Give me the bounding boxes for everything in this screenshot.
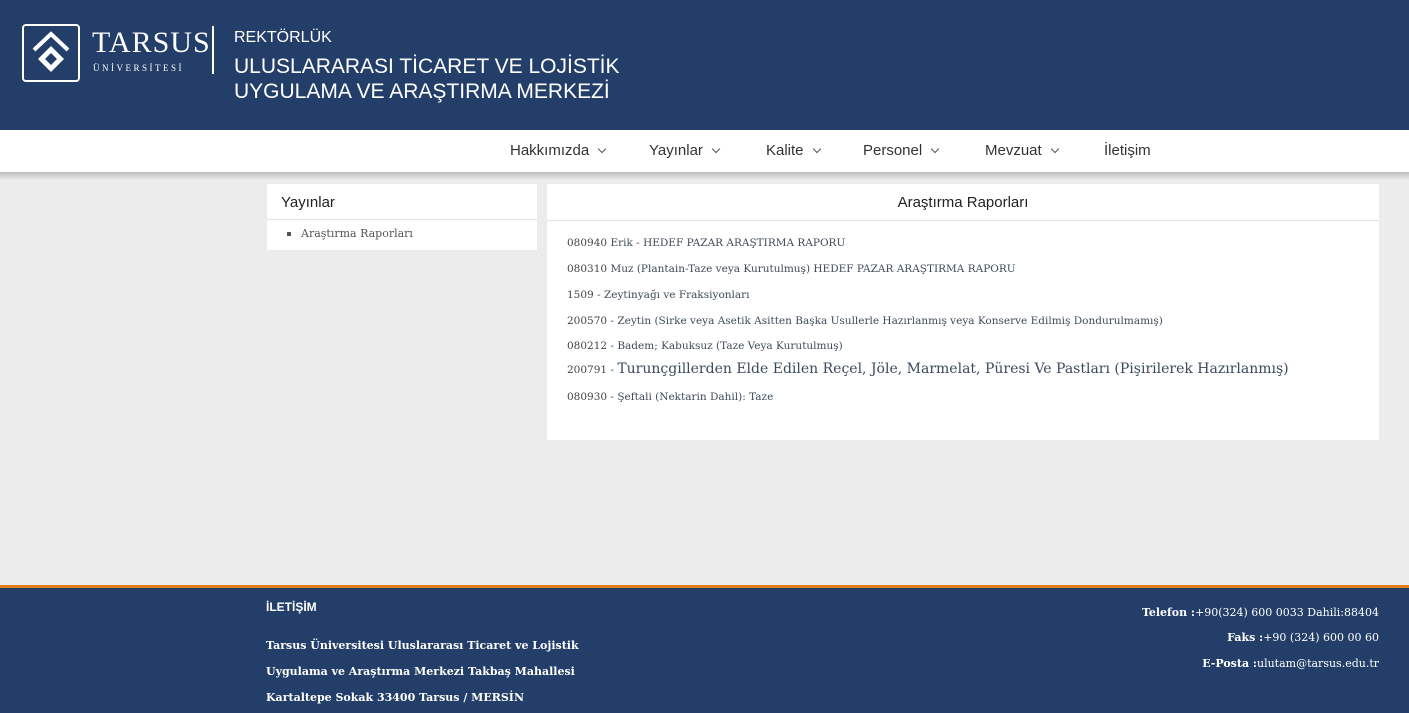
report-code: 080212 [567, 340, 608, 352]
divider [267, 219, 537, 220]
center-name-line2[interactable]: UYGULAMA VE ARAŞTIRMA MERKEZİ [234, 80, 610, 104]
report-link[interactable]: 1509 - Zeytinyağı ve Fraksiyonları [567, 288, 750, 302]
report-code: 1509 [567, 289, 594, 301]
report-link[interactable]: 200570 - Zeytin (Sirke veya Asetik Asitt… [567, 314, 1163, 328]
chevron-down-icon [1050, 144, 1059, 154]
fax-label: Faks : [1227, 631, 1264, 644]
nav-item-personel[interactable]: Personel [863, 142, 940, 160]
report-link[interactable]: 080212 - Badem; Kabuksuz (Taze Veya Kuru… [567, 339, 843, 353]
nav-item-hakkimizda[interactable]: Hakkımızda [510, 142, 607, 160]
report-code: 080310 [567, 263, 608, 275]
report-link[interactable]: 080930 - Şeftali (Nektarin Dahil): Taze [567, 390, 773, 404]
report-title: Turunçgillerden Elde Edilen Reçel, Jöle,… [617, 361, 1289, 377]
report-title: Zeytin (Sirke veya Asetik Asitten Başka … [617, 315, 1163, 327]
chevron-down-icon [812, 144, 821, 154]
report-code: 080940 [567, 237, 608, 249]
nav-item-yayinlar[interactable]: Yayınlar [649, 142, 721, 160]
footer-fax: Faks :+90 (324) 600 00 60 [1227, 631, 1379, 644]
fax-value: +90 (324) 600 00 60 [1263, 631, 1379, 644]
report-link[interactable]: 200791 - Turunçgillerden Elde Edilen Reç… [567, 362, 1289, 377]
report-code: 200570 [567, 315, 608, 327]
page-title: Araştırma Raporları [897, 194, 1029, 211]
university-name[interactable]: TARSUS [92, 28, 211, 58]
nav-item-label: Hakkımızda [510, 142, 590, 159]
main-nav: Hakkımızda Yayınlar Kalite Personel Mevz… [0, 130, 1409, 172]
report-link[interactable]: 080310 Muz (Plantain-Taze veya Kurutulmu… [567, 262, 1016, 276]
chevron-down-icon [597, 144, 607, 154]
main-panel: Araştırma Raporları 080940 Erik - HEDEF … [547, 184, 1379, 440]
email-label: E-Posta : [1202, 657, 1257, 670]
nav-shadow [0, 172, 1409, 180]
report-link[interactable]: 080940 Erik - HEDEF PAZAR ARAŞTIRMA RAPO… [567, 236, 845, 250]
nav-item-kalite[interactable]: Kalite [766, 142, 821, 160]
rektorluk-label[interactable]: REKTÖRLÜK [234, 29, 332, 47]
report-separator: - [607, 364, 618, 376]
report-title: Erik - HEDEF PAZAR ARAŞTIRMA RAPORU [610, 237, 846, 249]
bullet-icon [287, 232, 291, 236]
report-code: 200791 [567, 364, 608, 376]
university-subtitle: ÜNİVERSİTESİ [93, 63, 184, 73]
footer-phone: Telefon :+90(324) 600 0033 Dahili:88404 [1142, 606, 1379, 619]
report-separator: - [607, 315, 618, 327]
divider [547, 220, 1379, 221]
nav-item-mevzuat[interactable]: Mevzuat [985, 142, 1059, 160]
header-divider [212, 26, 214, 74]
nav-item-iletisim[interactable]: İletişim [1104, 142, 1151, 160]
phone-value: +90(324) 600 0033 Dahili:88404 [1195, 606, 1379, 619]
report-code: 080930 [567, 391, 608, 403]
footer-address-line: Tarsus Üniversitesi Uluslararası Ticaret… [266, 639, 579, 652]
report-title: Badem; Kabuksuz (Taze Veya Kurutulmuş) [617, 340, 843, 352]
report-title: Muz (Plantain-Taze veya Kurutulmuş) HEDE… [610, 263, 1016, 275]
footer-address-line: Uygulama ve Araştırma Merkezi Takbaş Mah… [266, 665, 575, 678]
sidebar-title: Yayınlar [281, 194, 335, 211]
center-name-line1[interactable]: ULUSLARARASI TİCARET VE LOJİSTİK [234, 55, 620, 79]
report-separator: - [607, 340, 618, 352]
footer-email: E-Posta :ulutam@tarsus.edu.tr [1202, 657, 1379, 670]
footer-heading: İLETİŞİM [266, 600, 317, 614]
university-logo-icon[interactable] [22, 24, 80, 82]
chevron-down-icon [711, 144, 721, 154]
nav-item-label: Mevzuat [985, 142, 1042, 159]
sidebar-item-arastirma-raporlari[interactable]: Araştırma Raporları [301, 227, 413, 240]
sidebar: Yayınlar Araştırma Raporları [267, 184, 537, 250]
nav-item-label: İletişim [1104, 142, 1151, 159]
email-link[interactable]: ulutam@tarsus.edu.tr [1257, 657, 1379, 670]
report-separator: - [593, 289, 604, 301]
report-separator: - [607, 391, 618, 403]
footer-address-line: Kartaltepe Sokak 33400 Tarsus / MERSİN [266, 691, 525, 704]
report-title: Şeftali (Nektarin Dahil): Taze [617, 391, 774, 403]
phone-label: Telefon : [1141, 606, 1195, 619]
site-footer: İLETİŞİM Tarsus Üniversitesi Uluslararas… [0, 588, 1409, 713]
report-title: Zeytinyağı ve Fraksiyonları [603, 289, 750, 301]
site-header: TARSUS ÜNİVERSİTESİ REKTÖRLÜK ULUSLARARA… [0, 0, 1409, 130]
nav-item-label: Yayınlar [649, 142, 703, 159]
nav-item-label: Kalite [766, 142, 804, 159]
nav-item-label: Personel [863, 142, 923, 159]
chevron-down-icon [930, 144, 940, 154]
